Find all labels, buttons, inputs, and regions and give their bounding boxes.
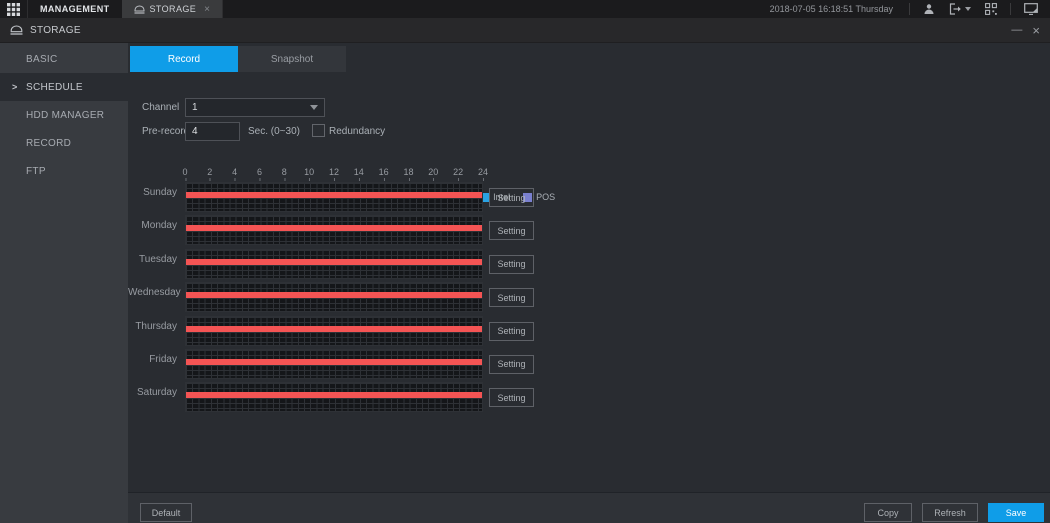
tab-management-label: MANAGEMENT <box>40 4 110 14</box>
day-label: Thursday <box>128 321 177 332</box>
schedule-bar <box>186 192 482 198</box>
schedule-grid[interactable] <box>185 282 483 312</box>
monitor-icon[interactable] <box>1017 0 1050 18</box>
prerecord-input[interactable] <box>185 122 240 141</box>
day-label: Wednesday <box>128 287 177 298</box>
sidebar-item-basic[interactable]: BASIC <box>0 45 128 73</box>
chevron-down-icon <box>310 105 318 110</box>
save-button[interactable]: Save <box>988 503 1044 522</box>
schedule-row-friday: Friday Setting <box>128 349 1050 379</box>
schedule-row-tuesday: Tuesday Setting <box>128 249 1050 279</box>
channel-label: Channel <box>142 102 179 113</box>
setting-button[interactable]: Setting <box>489 288 534 307</box>
copy-button[interactable]: Copy <box>864 503 912 522</box>
schedule-grid[interactable] <box>185 316 483 346</box>
storage-icon <box>10 25 23 35</box>
setting-button[interactable]: Setting <box>489 221 534 240</box>
refresh-button[interactable]: Refresh <box>922 503 978 522</box>
day-label: Sunday <box>128 187 177 198</box>
apps-grid-glyph <box>7 3 20 16</box>
prerecord-label: Pre-record <box>142 126 189 137</box>
apps-grid-icon[interactable] <box>0 0 28 18</box>
tab-management[interactable]: MANAGEMENT <box>28 0 122 18</box>
setting-button[interactable]: Setting <box>489 388 534 407</box>
day-label: Monday <box>128 220 177 231</box>
default-button[interactable]: Default <box>140 503 192 522</box>
sidebar-item-label: FTP <box>26 166 46 177</box>
qr-scan-icon[interactable] <box>978 0 1004 18</box>
sidebar-item-label: BASIC <box>26 54 58 65</box>
schedule-bar <box>186 292 482 298</box>
tab-record-label: Record <box>168 54 200 65</box>
channel-select[interactable]: 1 <box>185 98 325 117</box>
day-label: Saturday <box>128 387 177 398</box>
schedule-bar <box>186 326 482 332</box>
sidebar-item-label: HDD MANAGER <box>26 110 104 121</box>
tab-storage[interactable]: STORAGE × <box>122 0 224 18</box>
schedule-bar <box>186 225 482 231</box>
schedule-grid[interactable] <box>185 382 483 412</box>
sidebar-item-label: SCHEDULE <box>26 82 83 93</box>
sidebar: BASIC > SCHEDULE HDD MANAGER RECORD FTP <box>0 43 128 523</box>
schedule-row-wednesday: Wednesday Setting <box>128 282 1050 312</box>
screen: MANAGEMENT STORAGE × 2018-07-05 16:18:51… <box>0 0 1050 523</box>
schedule-bar <box>186 392 482 398</box>
day-label: Friday <box>128 354 177 365</box>
taskbar: MANAGEMENT STORAGE × 2018-07-05 16:18:51… <box>0 0 1050 18</box>
storage-icon <box>134 5 145 14</box>
setting-button[interactable]: Setting <box>489 255 534 274</box>
schedule-grid[interactable] <box>185 182 483 212</box>
chevron-down-icon <box>965 7 971 11</box>
schedule-grid[interactable] <box>185 249 483 279</box>
taskbar-separator <box>909 3 910 15</box>
schedule-row-sunday: Sunday Setting <box>128 182 1050 212</box>
sidebar-item-label: RECORD <box>26 138 71 149</box>
tab-snapshot[interactable]: Snapshot <box>238 46 346 72</box>
setting-button[interactable]: Setting <box>489 322 534 341</box>
logout-icon[interactable] <box>942 0 978 18</box>
window-titlebar: STORAGE — × <box>0 18 1050 43</box>
taskbar-separator <box>1010 3 1011 15</box>
day-label: Tuesday <box>128 254 177 265</box>
sidebar-item-record[interactable]: RECORD <box>0 129 128 157</box>
channel-value: 1 <box>192 102 198 113</box>
schedule-bar <box>186 259 482 265</box>
sidebar-item-schedule[interactable]: > SCHEDULE <box>0 73 128 101</box>
main-panel: Record Snapshot Channel 1 Pre-record Sec… <box>128 43 1050 523</box>
setting-button[interactable]: Setting <box>489 188 534 207</box>
footer-bar: Default Copy Refresh Save <box>128 492 1050 523</box>
datetime-label: 2018-07-05 16:18:51 Thursday <box>770 4 893 14</box>
schedule-row-saturday: Saturday Setting <box>128 382 1050 412</box>
tab-record[interactable]: Record <box>130 46 238 72</box>
tab-snapshot-label: Snapshot <box>271 54 313 65</box>
window-title: STORAGE <box>30 25 81 36</box>
minimize-button[interactable]: — <box>1011 24 1022 36</box>
tab-close-icon[interactable]: × <box>204 4 210 15</box>
sidebar-item-hdd-manager[interactable]: HDD MANAGER <box>0 101 128 129</box>
schedule-grid[interactable] <box>185 349 483 379</box>
schedule-row-monday: Monday Setting <box>128 215 1050 245</box>
tab-storage-label: STORAGE <box>150 4 197 14</box>
prerecord-unit-label: Sec. (0~30) <box>248 126 300 137</box>
schedule-grid[interactable] <box>185 215 483 245</box>
close-button[interactable]: × <box>1032 23 1040 38</box>
redundancy-checkbox[interactable] <box>312 124 325 137</box>
redundancy-label: Redundancy <box>329 126 385 137</box>
sidebar-item-ftp[interactable]: FTP <box>0 157 128 185</box>
schedule-bar <box>186 359 482 365</box>
hour-axis: 0 2 4 6 8 10 12 14 16 18 20 22 24 <box>185 167 483 182</box>
user-icon[interactable] <box>916 0 942 18</box>
schedule-row-thursday: Thursday Setting <box>128 316 1050 346</box>
setting-button[interactable]: Setting <box>489 355 534 374</box>
active-arrow-icon: > <box>12 82 18 92</box>
